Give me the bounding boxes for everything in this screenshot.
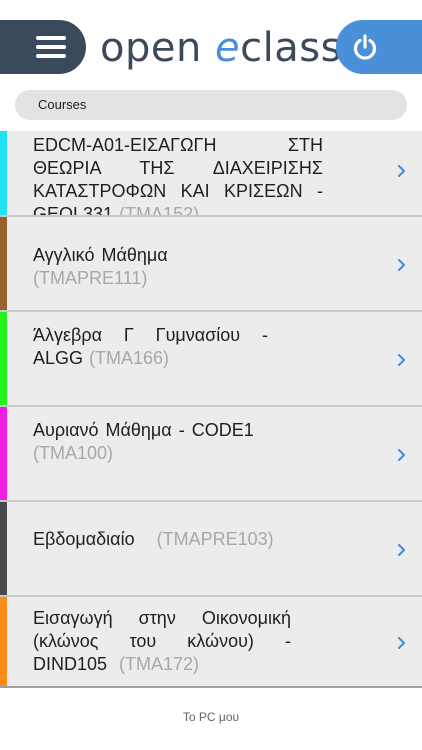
course-row[interactable]: Άλγεβρα Γ Γυμνασίου - ALGG (TMA166)	[0, 312, 422, 405]
logo-text-open: open	[100, 25, 216, 71]
course-row[interactable]: Εισαγωγή στην Οικονομική (κλώνος του κλώ…	[0, 597, 422, 686]
chevron-right-icon	[397, 543, 406, 557]
course-color-stripe	[0, 217, 7, 310]
menu-button[interactable]	[0, 20, 86, 74]
power-icon	[353, 34, 377, 60]
course-row[interactable]: Αυριανό Μάθημα - CODE1 (TMA100)	[0, 407, 422, 500]
footer-link-my-pc[interactable]: Το PC μου	[0, 710, 422, 724]
course-code: (TMA172)	[119, 654, 200, 674]
course-title: Εβδομαδιαίο (TMAPRE103)	[33, 529, 274, 549]
course-title: Εισαγωγή στην Οικονομική (κλώνος του κλώ…	[33, 608, 291, 674]
course-row[interactable]: Αγγλικό Μάθημα (TMAPRE111)	[0, 217, 422, 310]
course-code: (TMA166)	[89, 348, 170, 368]
course-row[interactable]: EDCM-A01-ΕΙΣΑΓΩΓΗ ΣΤΗ ΘΕΩΡΙΑ ΤΗΣ ΔΙΑΧΕΙΡ…	[0, 131, 422, 215]
logout-button[interactable]	[336, 20, 422, 74]
course-title: EDCM-A01-ΕΙΣΑΓΩΓΗ ΣΤΗ ΘΕΩΡΙΑ ΤΗΣ ΔΙΑΧΕΙΡ…	[33, 134, 323, 215]
chevron-right-icon	[397, 258, 406, 272]
course-title: Αγγλικό Μάθημα (TMAPRE111)	[33, 245, 168, 288]
breadcrumb-label: Courses	[38, 97, 87, 112]
logo-text-e: e	[215, 25, 241, 71]
breadcrumb: Courses	[15, 90, 407, 120]
course-color-stripe	[0, 597, 7, 686]
course-color-stripe	[0, 312, 7, 405]
logo-text-class: class	[240, 25, 342, 71]
course-code: (TMAPRE111)	[33, 268, 148, 288]
app-screen: open eclass Courses EDCM-A01-ΕΙΣΑΓΩΓΗ ΣΤ…	[0, 0, 422, 750]
app-logo: open eclass	[100, 22, 342, 74]
course-code: (TMAPRE103)	[156, 529, 274, 549]
course-color-stripe	[0, 502, 7, 595]
course-code: (TMA152)	[119, 204, 200, 215]
chevron-right-icon	[397, 164, 406, 178]
course-color-stripe	[0, 407, 7, 500]
course-code: (TMA100)	[33, 443, 114, 463]
top-bar: open eclass	[0, 0, 422, 88]
chevron-right-icon	[397, 353, 406, 367]
course-list[interactable]: EDCM-A01-ΕΙΣΑΓΩΓΗ ΣΤΗ ΘΕΩΡΙΑ ΤΗΣ ΔΙΑΧΕΙΡ…	[0, 131, 422, 686]
course-title: Αυριανό Μάθημα - CODE1 (TMA100)	[33, 420, 254, 463]
course-color-stripe	[0, 131, 7, 215]
course-row[interactable]: Εβδομαδιαίο (TMAPRE103)	[0, 502, 422, 595]
course-title: Άλγεβρα Γ Γυμνασίου - ALGG (TMA166)	[33, 325, 268, 368]
hamburger-icon	[36, 36, 66, 40]
chevron-right-icon	[397, 636, 406, 650]
chevron-right-icon	[397, 448, 406, 462]
footer-bar: Το PC μου	[0, 686, 422, 750]
